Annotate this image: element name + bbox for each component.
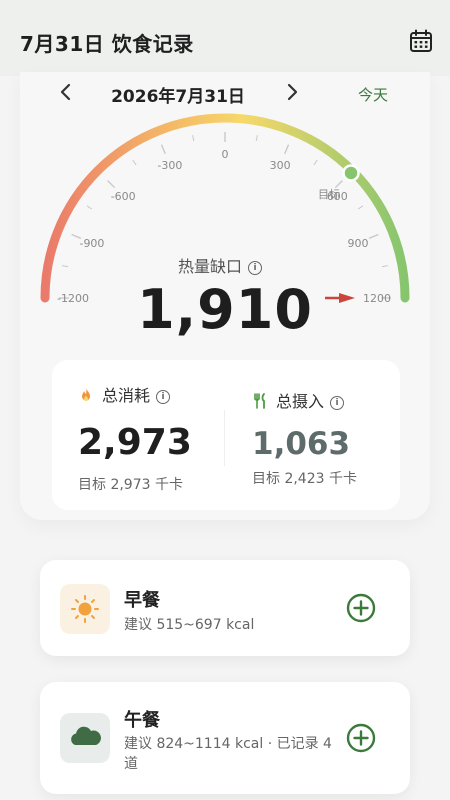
burned-header: 总消耗 i (78, 382, 171, 406)
meal-name: 早餐 (124, 590, 160, 611)
burned-stat: 总消耗 i 2,973 目标 2,973 千卡 (52, 360, 222, 510)
gauge-tick (107, 180, 116, 189)
target-label: 目标 (318, 187, 340, 201)
today-button[interactable]: 今天 (358, 84, 388, 105)
gauge-tick-label: 300 (270, 159, 291, 172)
deficit-label-text: 热量缺口 (178, 257, 243, 276)
page-title: 7月31日 饮食记录 (20, 32, 194, 56)
meal-card-lunch[interactable]: 午餐 建议 824~1114 kcal · 已记录 4 道 (40, 682, 410, 794)
meal-name: 午餐 (124, 710, 160, 731)
gauge-tick (132, 159, 137, 166)
deficit-value: 1,910 (137, 278, 313, 341)
sun-icon (60, 584, 110, 634)
gauge-tick (284, 144, 290, 155)
gauge-tick-label: -900 (79, 237, 104, 250)
gauge-tick (381, 265, 388, 268)
add-meal-button[interactable] (346, 593, 376, 623)
info-icon[interactable]: i (248, 260, 263, 275)
deficit-label: 热量缺口 i (178, 253, 263, 277)
gauge-tick (313, 159, 318, 166)
burned-value: 2,973 (78, 422, 192, 463)
intake-stat: 总摄入 i 1,063 目标 2,423 千卡 (226, 360, 396, 510)
calendar-icon[interactable] (408, 28, 434, 54)
flame-icon (82, 388, 90, 401)
divider (224, 410, 225, 466)
date-navigator: 2026年7月31日 今天 (0, 76, 450, 110)
gauge-tick-label: 0 (222, 148, 229, 161)
gauge-tick-label: 900 (348, 237, 369, 250)
intake-target: 目标 2,423 千卡 (252, 471, 357, 487)
gauge-tick-label: 1200 (363, 292, 391, 305)
intake-header: 总摄入 i (252, 388, 345, 412)
gauge-tick (357, 205, 364, 210)
cloud-icon (60, 713, 110, 763)
utensils-icon (254, 393, 265, 409)
gauge-tick (86, 205, 93, 210)
info-icon[interactable]: i (330, 395, 345, 410)
gauge-tick (334, 180, 343, 189)
gauge-tick-label: -1200 (57, 292, 89, 305)
intake-label: 总摄入 (276, 392, 325, 411)
intake-value: 1,063 (252, 426, 351, 462)
chevron-left-icon[interactable] (56, 80, 76, 104)
gauge-tick (368, 233, 379, 239)
gauge-tick (62, 265, 69, 268)
current-date: 2026年7月31日 (111, 87, 245, 107)
gauge-tick (160, 144, 166, 155)
burned-label: 总消耗 (102, 386, 151, 405)
meal-suggestion: 建议 824~1114 kcal · 已记录 4 道 (124, 736, 332, 772)
chevron-right-icon[interactable] (282, 80, 302, 104)
meal-suggestion: 建议 515~697 kcal (124, 617, 255, 633)
burned-target: 目标 2,973 千卡 (78, 477, 183, 493)
meal-card-breakfast[interactable]: 早餐 建议 515~697 kcal (40, 560, 410, 656)
app-bar: 7月31日 饮食记录 (0, 0, 450, 76)
gauge-tick (192, 135, 195, 142)
info-icon[interactable]: i (156, 389, 171, 404)
current-position-marker (342, 164, 360, 182)
gauge-tick (255, 135, 258, 142)
gauge-tick-label: -600 (111, 190, 136, 203)
gauge-tick-label: -300 (157, 159, 182, 172)
stats-card: 总消耗 i 2,973 目标 2,973 千卡 总摄入 i 1,063 目标 2,4… (52, 360, 400, 510)
add-meal-button[interactable] (346, 723, 376, 753)
